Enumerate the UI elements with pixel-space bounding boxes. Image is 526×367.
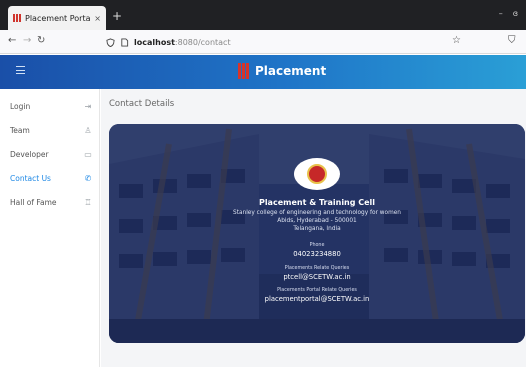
shield-outline-icon	[106, 37, 115, 47]
new-tab-button[interactable]: +	[112, 9, 122, 23]
address-bar[interactable]: localhost:8080/contact	[100, 33, 470, 51]
page-icon	[121, 37, 129, 47]
back-icon[interactable]: ←	[8, 35, 16, 46]
bookmark-star-icon[interactable]: ☆	[452, 35, 461, 46]
sidebar-item-label: Hall of Fame	[10, 197, 57, 207]
sidebar-item-login[interactable]: Login ⇥	[0, 96, 100, 116]
sidebar: Login ⇥ Team ♙ Developer ▭ Contact Us ✆ …	[0, 89, 100, 367]
main-content: Contact Details Placement & Training Cel…	[101, 89, 526, 367]
page-title: Contact Details	[109, 99, 175, 109]
contact-card-content: Placement & Training Cell Stanley colleg…	[109, 124, 525, 343]
address-line: Telangana, India	[293, 226, 341, 232]
sidebar-item-label: Login	[10, 101, 31, 111]
minimize-icon[interactable]: –	[499, 9, 503, 18]
team-icon: ♙	[84, 125, 92, 135]
trophy-icon: ♖	[84, 197, 92, 207]
tab-close-icon[interactable]: ×	[94, 14, 101, 23]
address-line: Abids, Hyderabad - 500001	[277, 218, 357, 224]
placements-email-link[interactable]: ptcell@SCETW.ac.in	[109, 273, 525, 281]
address-line: Stanley college of engineering and techn…	[233, 210, 401, 216]
sidebar-item-label: Contact Us	[10, 173, 51, 183]
app-header: Placement	[0, 55, 526, 89]
url-text: localhost:8080/contact	[134, 37, 231, 47]
brand[interactable]: Placement	[238, 63, 326, 79]
browser-tab-bar: Placement Portal : Stanl × + – ɞ	[0, 0, 526, 30]
menu-icon[interactable]	[16, 66, 25, 74]
college-emblem-icon	[294, 158, 340, 190]
favicon-icon	[13, 14, 21, 22]
phone-value[interactable]: 04023234880	[109, 250, 525, 258]
reload-icon[interactable]: ↻	[37, 35, 45, 46]
tab-title: Placement Portal : Stanl	[25, 13, 91, 23]
browser-tab[interactable]: Placement Portal : Stanl ×	[8, 6, 106, 30]
forward-icon[interactable]: →	[23, 35, 31, 46]
sidebar-item-contact-us[interactable]: Contact Us ✆	[0, 168, 100, 188]
sidebar-item-label: Team	[10, 125, 30, 135]
cell-title: Placement & Training Cell	[258, 198, 376, 207]
phone-icon: ✆	[84, 173, 92, 183]
login-icon: ⇥	[84, 101, 92, 111]
sidebar-item-label: Developer	[10, 149, 49, 159]
portal-email-link[interactable]: placementportal@SCETW.ac.in	[109, 295, 525, 303]
sidebar-item-hall-of-fame[interactable]: Hall of Fame ♖	[0, 192, 100, 212]
browser-nav-bar: ← → ↻ localhost:8080/contact ☆ ⛉	[0, 30, 526, 54]
brand-title: Placement	[255, 64, 327, 78]
phone-label: Phone	[309, 243, 325, 248]
protection-icon[interactable]: ⛉	[508, 35, 516, 46]
developer-icon: ▭	[84, 149, 92, 159]
sidebar-item-developer[interactable]: Developer ▭	[0, 144, 100, 164]
window-close-icon[interactable]: ɞ	[513, 9, 518, 18]
contact-card: Placement & Training Cell Stanley colleg…	[109, 124, 525, 343]
portal-queries-label: Placements Portal Relate Queries	[277, 288, 357, 293]
window-controls: – ɞ	[499, 9, 518, 18]
sidebar-item-team[interactable]: Team ♙	[0, 120, 100, 140]
placements-queries-label: Placements Relate Queries	[284, 266, 350, 271]
logo-icon	[238, 63, 252, 79]
